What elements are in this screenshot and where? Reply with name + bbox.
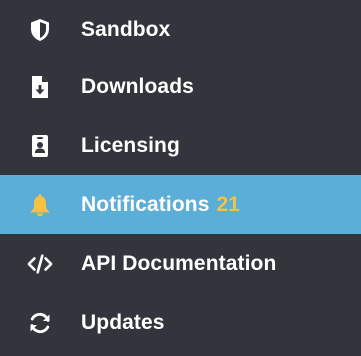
menu-item-updates[interactable]: Updates (0, 293, 361, 352)
menu-item-label: Updates (81, 310, 165, 334)
shield-icon (27, 17, 53, 43)
menu-item-label: Downloads (81, 74, 194, 98)
menu-item-licensing[interactable]: Licensing (0, 116, 361, 175)
menu-item-label: API Documentation (81, 251, 277, 275)
menu-item-api-documentation[interactable]: API Documentation (0, 234, 361, 293)
menu-item-label: Licensing (81, 133, 180, 157)
menu-item-sandbox[interactable]: Sandbox (0, 0, 361, 59)
sync-icon (27, 310, 53, 336)
file-download-icon (27, 74, 53, 100)
menu-item-notifications[interactable]: Notifications 21 (0, 175, 361, 234)
menu-item-label: Notifications (81, 192, 210, 216)
notification-count-badge: 21 (216, 192, 240, 216)
bell-icon (27, 192, 53, 218)
menu-item-label: Sandbox (81, 17, 171, 41)
code-icon (27, 251, 53, 277)
id-badge-icon (27, 133, 53, 159)
sidebar-menu: Sandbox Downloads Licensing Notification… (0, 0, 361, 356)
menu-item-downloads[interactable]: Downloads (0, 57, 361, 116)
